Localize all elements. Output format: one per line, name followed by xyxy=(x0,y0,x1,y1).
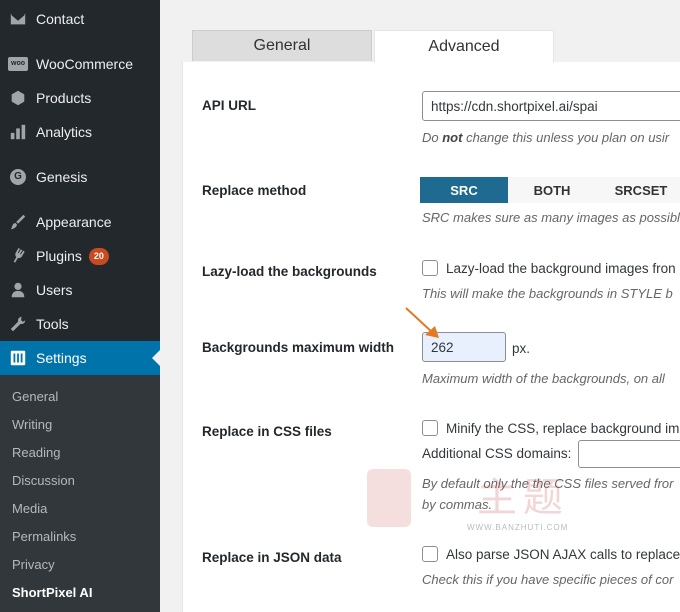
box-icon xyxy=(0,89,36,107)
css-domains-input[interactable] xyxy=(578,440,680,468)
watermark-logo xyxy=(367,469,411,527)
menu-woocommerce[interactable]: woo WooCommerce xyxy=(0,47,160,81)
menu-label: WooCommerce xyxy=(36,56,133,72)
replace-css-checkbox[interactable] xyxy=(422,420,438,436)
menu-analytics[interactable]: Analytics xyxy=(0,115,160,149)
replace-json-label: Replace in JSON data xyxy=(202,550,342,565)
watermark-site: WWW.BANZHUTI.COM xyxy=(467,523,569,532)
replace-css-label: Replace in CSS files xyxy=(202,424,332,439)
woo-icon: woo xyxy=(0,57,36,71)
css-domains-label: Additional CSS domains: xyxy=(422,446,572,461)
plug-icon xyxy=(0,247,36,265)
annotation-arrow-icon xyxy=(405,307,439,338)
replace-method-srcset[interactable]: SRCSET xyxy=(596,177,680,203)
lazy-load-description: This will make the backgrounds in STYLE … xyxy=(422,286,673,301)
menu-label: Settings xyxy=(36,350,87,366)
genesis-icon: G xyxy=(0,169,36,185)
menu-users[interactable]: Users xyxy=(0,273,160,307)
submenu-general[interactable]: General xyxy=(12,389,58,404)
menu-label: Products xyxy=(36,90,92,106)
tab-advanced[interactable]: Advanced xyxy=(374,30,554,63)
submenu-privacy[interactable]: Privacy xyxy=(12,557,55,572)
tab-general[interactable]: General xyxy=(192,30,372,61)
submenu-writing[interactable]: Writing xyxy=(12,417,52,432)
submenu-reading[interactable]: Reading xyxy=(12,445,60,460)
submenu-shortpixel-ai[interactable]: ShortPixel AI xyxy=(12,585,92,600)
bar-chart-icon xyxy=(0,123,36,141)
replace-json-description: Check this if you have specific pieces o… xyxy=(422,572,674,587)
replace-json-checkbox[interactable] xyxy=(422,546,438,562)
submenu-discussion[interactable]: Discussion xyxy=(12,473,75,488)
lazy-load-checkbox-label: Lazy-load the background images fron xyxy=(446,261,676,276)
update-count-badge: 20 xyxy=(88,247,109,265)
admin-sidebar: Contact woo WooCommerce Products Analyti… xyxy=(0,0,160,612)
brush-icon xyxy=(0,213,36,231)
submenu-permalinks[interactable]: Permalinks xyxy=(12,529,76,544)
menu-label: Appearance xyxy=(36,214,112,230)
replace-method-both[interactable]: BOTH xyxy=(508,177,596,203)
settings-icon xyxy=(0,349,36,367)
replace-method-label: Replace method xyxy=(202,183,307,198)
menu-tools[interactable]: Tools xyxy=(0,307,160,341)
lazy-load-label: Lazy-load the backgrounds xyxy=(202,264,377,279)
menu-products[interactable]: Products xyxy=(0,81,160,115)
menu-label: Plugins xyxy=(36,248,82,264)
api-url-label: API URL xyxy=(202,98,256,113)
menu-label: Contact xyxy=(36,11,85,27)
bg-max-width-unit: px. xyxy=(512,341,531,356)
submenu-media[interactable]: Media xyxy=(12,501,47,516)
lazy-load-checkbox[interactable] xyxy=(422,260,438,276)
menu-settings[interactable]: Settings xyxy=(0,341,160,375)
replace-method-src[interactable]: SRC xyxy=(420,177,508,203)
envelope-icon xyxy=(0,10,36,28)
menu-appearance[interactable]: Appearance xyxy=(0,205,160,239)
user-icon xyxy=(0,281,36,299)
menu-plugins[interactable]: Plugins 20 xyxy=(0,239,160,273)
api-url-input[interactable]: https://cdn.shortpixel.ai/spai xyxy=(422,91,680,121)
watermark-cjk: 主题 xyxy=(477,475,569,521)
menu-genesis[interactable]: G Genesis xyxy=(0,160,160,194)
wrench-icon xyxy=(0,315,36,333)
menu-label: Tools xyxy=(36,316,69,332)
menu-contact[interactable]: Contact xyxy=(0,2,160,36)
bg-max-width-label: Backgrounds maximum width xyxy=(202,340,395,355)
bg-max-width-description: Maximum width of the backgrounds, on all xyxy=(422,371,665,386)
menu-label: Genesis xyxy=(36,169,88,185)
replace-method-description: SRC makes sure as many images as possibl xyxy=(422,210,680,225)
menu-label: Users xyxy=(36,282,73,298)
menu-label: Analytics xyxy=(36,124,93,140)
replace-json-checkbox-label: Also parse JSON AJAX calls to replace xyxy=(446,547,680,562)
settings-submenu: General Writing Reading Discussion Media… xyxy=(0,375,160,612)
api-url-description: Do not change this unless you plan on us… xyxy=(422,130,670,145)
watermark: 主题 WWW.BANZHUTI.COM xyxy=(365,465,605,535)
replace-css-checkbox-label: Minify the CSS, replace background im xyxy=(446,421,680,436)
